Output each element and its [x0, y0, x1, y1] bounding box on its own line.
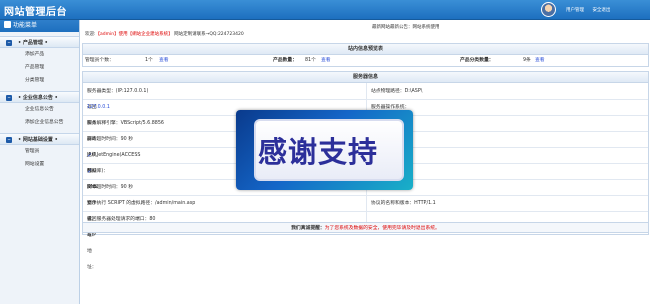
collapse-icon[interactable]: −	[6, 40, 12, 46]
sidebar-item-category-management[interactable]: 分类管理	[0, 74, 79, 87]
contact-text: 网站定制请联系→QQ:224723420	[174, 32, 244, 37]
header-links: 用户管理 安全退出	[566, 7, 617, 13]
sidebar-item-add-announcement[interactable]: 添加企业信息公告	[0, 116, 79, 129]
sidebar-item-product-management[interactable]: 产品管理	[0, 61, 79, 74]
thanks-overlay-text: 感谢支持	[258, 135, 379, 169]
products-view-link[interactable]: 查看	[321, 55, 331, 66]
sidebar-title: 功能菜单	[0, 20, 79, 32]
admins-value: 1个	[145, 58, 153, 63]
top-header: 网站管理后台 用户管理 安全退出	[0, 0, 650, 20]
sidebar-item-announcements[interactable]: 企业信息公告	[0, 103, 79, 116]
sidebar-item-add-product[interactable]: 添加产品	[0, 48, 79, 61]
sidebar: 功能菜单 − • 产品管理 • 添加产品 产品管理 分类管理 − • 企业信息公告 …	[0, 20, 80, 304]
collapse-icon[interactable]: −	[6, 137, 12, 143]
reminder-message: 为了您系统及数据的安全，使用完毕请及时退出系统。	[324, 226, 440, 231]
user-avatar-icon[interactable]	[541, 2, 556, 17]
sidebar-item-administrators[interactable]: 管理员	[0, 145, 79, 158]
user-management-link[interactable]: 用户管理	[566, 8, 584, 13]
welcome-user: 【admin】	[95, 32, 119, 37]
admins-label: 管理员个数：	[85, 58, 114, 63]
categories-value: 9条	[523, 58, 531, 63]
collapse-icon[interactable]: −	[6, 95, 12, 101]
reminder-label: 我们真诚提醒：	[291, 226, 325, 231]
sidebar-group-settings[interactable]: − • 网站基础设置 •	[0, 133, 79, 145]
server-table-title: 服务器信息	[83, 72, 648, 83]
categories-view-link[interactable]: 查看	[535, 55, 545, 66]
check-icon: ✓	[87, 152, 93, 159]
menu-icon	[4, 21, 11, 28]
welcome-line: 欢迎:【admin】使用【網站企业建站系统】 网站定制请联系→QQ:224723…	[85, 32, 244, 37]
sidebar-group-announcements[interactable]: − • 企业信息公告 •	[0, 91, 79, 103]
sidebar-item-site-settings[interactable]: 网站设置	[0, 158, 79, 171]
table-row: 服务器类型：(IP:127.0.0.1) 站点物理路径：D:\ASP\	[83, 83, 648, 100]
thanks-overlay-banner: 感谢支持	[236, 110, 413, 190]
stats-table: 站内信息预览表 管理员个数： 1个 查看 产品数量： 81个 查看 产品分类数量…	[82, 43, 649, 67]
products-label: 产品数量：	[273, 58, 297, 63]
logout-link[interactable]: 安全退出	[592, 8, 610, 13]
site-logo: 网站管理后台	[4, 7, 67, 18]
sidebar-group-products[interactable]: − • 产品管理 •	[0, 36, 79, 48]
security-reminder: 我们真诚提醒：为了您系统及数据的安全，使用完毕请及时退出系统。	[82, 222, 649, 233]
table-row: 显示执行 SCRIPT 的虚拟路径：/admin/main.asp 协议的名称和…	[83, 196, 648, 212]
admins-view-link[interactable]: 查看	[159, 55, 169, 66]
categories-label: 产品分类数量：	[460, 58, 494, 63]
welcome-role: 使用【網站企业建站系统】	[118, 32, 173, 37]
stats-row: 管理员个数： 1个 查看 产品数量： 81个 查看 产品分类数量： 9条 查看	[83, 55, 648, 66]
site-notice: 最新网站最新公告：网站系统使用	[372, 25, 440, 30]
check-icon: ✓	[87, 168, 93, 175]
stats-table-title: 站内信息预览表	[83, 44, 648, 55]
products-value: 81个	[305, 58, 316, 63]
